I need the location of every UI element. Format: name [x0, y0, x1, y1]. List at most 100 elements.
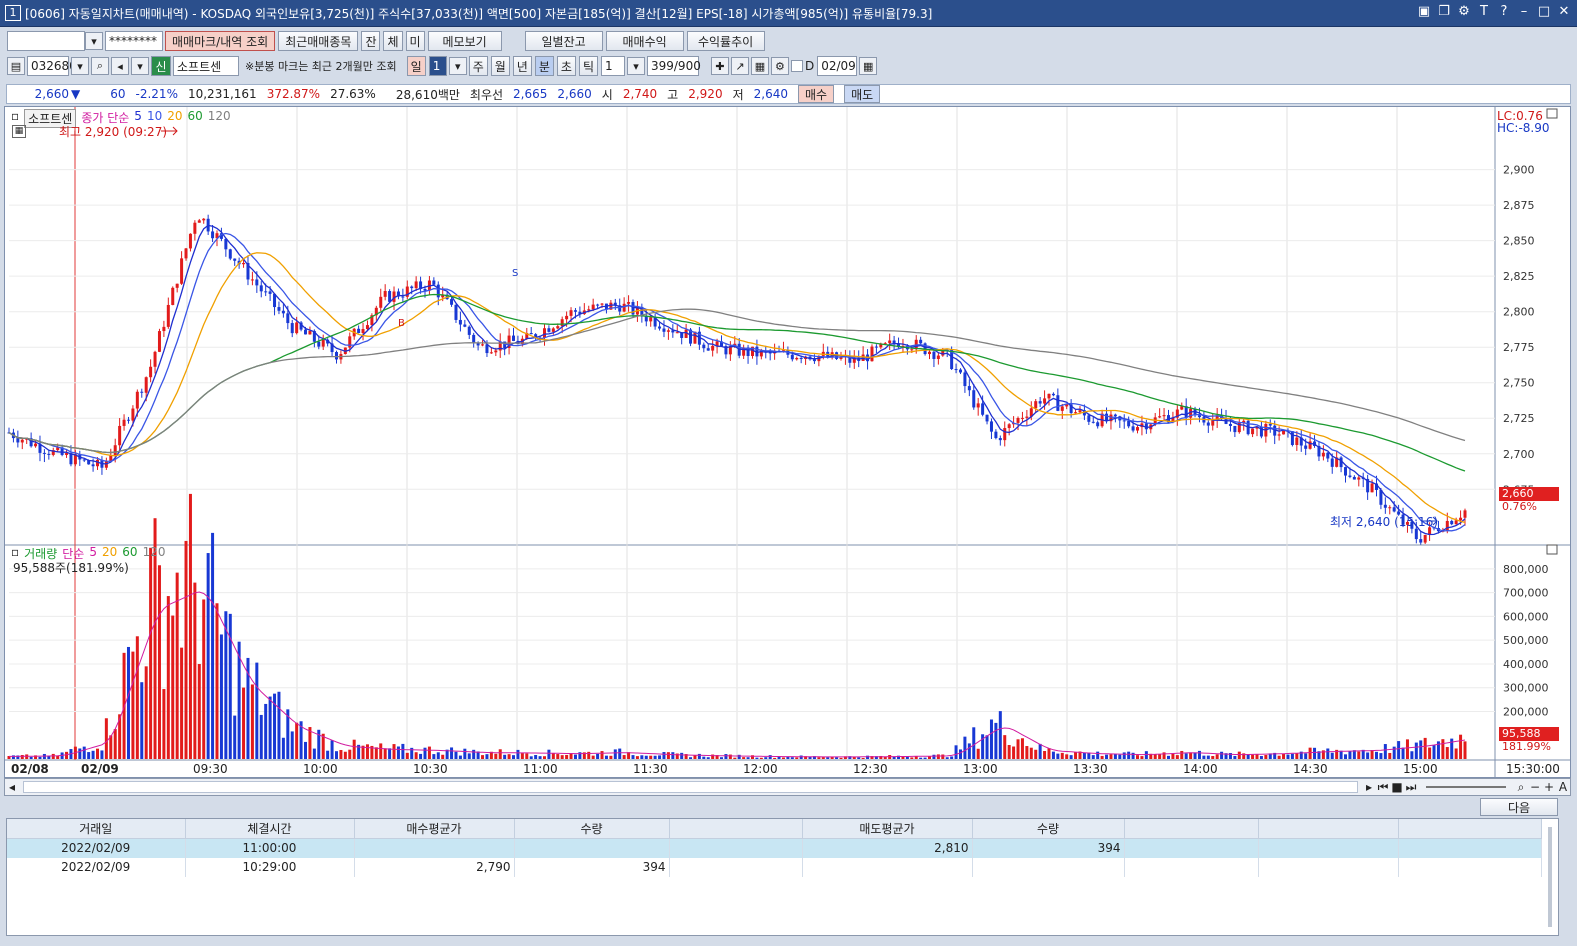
period-week-button[interactable]: 주	[468, 56, 488, 76]
memo-button[interactable]: 메모보기	[427, 31, 502, 51]
copy-icon[interactable]: ❐	[1437, 4, 1451, 19]
filled-button[interactable]: 체	[383, 31, 403, 51]
volume-bar	[348, 749, 352, 759]
col-sell-avg[interactable]: 매도평균가	[802, 819, 973, 839]
buy-mark: B	[398, 318, 405, 329]
candle-body	[985, 414, 989, 422]
table-icon[interactable]: ▦	[12, 125, 26, 138]
balance-button[interactable]: 잔	[361, 31, 381, 51]
settings-icon[interactable]: ⚙	[1457, 4, 1471, 19]
candle-body	[529, 333, 533, 335]
period-minute-button[interactable]: 분	[534, 56, 554, 76]
interval-input[interactable]: 1	[600, 56, 625, 76]
layout-icon[interactable]: ▤	[7, 57, 25, 75]
unfilled-button[interactable]: 미	[405, 31, 425, 51]
code-dropdown-icon[interactable]: ▾	[71, 57, 89, 75]
interval-dropdown-icon[interactable]: ▾	[626, 57, 645, 75]
candle-body	[211, 231, 215, 239]
col-sell-qty[interactable]: 수량	[972, 819, 1125, 839]
text-tool-icon[interactable]: A	[1556, 780, 1570, 794]
volume-bar	[1459, 734, 1463, 759]
profit-rate-button[interactable]: 수익률추이	[686, 31, 765, 51]
period-dropdown-icon[interactable]: ▾	[448, 57, 467, 75]
table-row[interactable]: 2022/02/09 10:29:00 2,790 394	[7, 857, 1542, 877]
col-empty-2[interactable]	[1124, 819, 1259, 839]
trade-mark-button[interactable]: 매매마크/내역 조회	[165, 31, 276, 51]
x-tick-label: 11:00	[523, 762, 558, 776]
zoom-in-icon[interactable]: +	[1542, 780, 1556, 794]
calendar-icon[interactable]: ▦	[859, 57, 878, 75]
font-icon[interactable]: T	[1477, 4, 1491, 19]
chart-scrollbar[interactable]: ◂ ▸ ⏮ ■ ⏭ ⌕ − + A	[4, 778, 1571, 796]
stock-name-field[interactable]: 소프트센	[173, 56, 239, 76]
prev-stock-icon[interactable]: ▾	[131, 57, 149, 75]
period-value[interactable]: 1	[428, 56, 447, 76]
date-checkbox-label: D	[804, 59, 815, 73]
gear-icon[interactable]: ⚙	[770, 57, 789, 75]
link-icon[interactable]: ▣	[1417, 4, 1431, 19]
sell-button[interactable]: 매도	[844, 85, 881, 103]
trades-grid[interactable]: 거래일 체결시간 매수평균가 수량 매도평균가 수량 2022/02/09 11…	[6, 818, 1559, 936]
candle-body	[1233, 425, 1237, 433]
date-input[interactable]: 02/09	[817, 56, 858, 76]
draw-icon[interactable]: ↗	[730, 57, 749, 75]
col-empty-4[interactable]	[1398, 819, 1542, 839]
date-checkbox[interactable]	[790, 60, 803, 72]
scroll-right-icon[interactable]: ▸	[1362, 780, 1376, 794]
period-month-button[interactable]: 월	[490, 56, 510, 76]
rewind-icon[interactable]: ⏮	[1376, 780, 1390, 795]
zoom-icon[interactable]: ⌕	[1514, 780, 1528, 795]
maximize-icon[interactable]: □	[1537, 4, 1551, 19]
volume-bar	[388, 748, 392, 759]
scroll-track[interactable]	[23, 781, 1358, 793]
scroll-left-icon[interactable]: ◂	[5, 780, 19, 794]
account-dropdown-icon[interactable]: ▾	[85, 32, 103, 50]
candle-body	[1459, 517, 1463, 521]
volume-bar	[242, 687, 246, 759]
table-row[interactable]: 2022/02/09 11:00:00 2,810 394	[7, 838, 1542, 858]
volume-bar	[587, 751, 591, 759]
save-icon[interactable]: ▦	[750, 57, 769, 75]
recent-trades-button[interactable]: 최근매매종목	[278, 31, 359, 51]
col-time[interactable]: 체결시간	[185, 819, 355, 839]
col-empty-3[interactable]	[1258, 819, 1399, 839]
col-buy-qty[interactable]: 수량	[514, 819, 670, 839]
stock-code-input[interactable]: 032680	[27, 56, 77, 76]
window-controls: ▣ ❐ ⚙ T ? – □ ✕	[1417, 4, 1571, 19]
next-button[interactable]: 다음	[1480, 798, 1558, 816]
period-second-button[interactable]: 초	[556, 56, 576, 76]
candle-body	[47, 453, 51, 455]
search-icon[interactable]: ⌕	[91, 57, 109, 75]
forward-icon[interactable]: ⏭	[1404, 780, 1418, 795]
zoom-slider[interactable]	[1426, 786, 1506, 788]
password-input[interactable]: ********	[105, 31, 163, 51]
volume-bar	[334, 751, 338, 759]
period-day-button[interactable]: 일	[406, 56, 426, 76]
minimize-icon[interactable]: –	[1517, 4, 1531, 19]
daily-balance-button[interactable]: 일별잔고	[524, 31, 603, 51]
chart-area[interactable]: 2,900 2,875 2,850 2,825 2,800 2,775 2,750 2,725…	[4, 106, 1571, 778]
volume-bar	[649, 755, 653, 759]
volume-bar	[525, 753, 529, 759]
close-icon[interactable]: ✕	[1557, 4, 1571, 19]
period-tick-button[interactable]: 틱	[578, 56, 598, 76]
trade-profit-button[interactable]: 매매수익	[605, 31, 684, 51]
help-icon[interactable]: ?	[1497, 4, 1511, 19]
col-buy-avg[interactable]: 매수평균가	[354, 819, 515, 839]
volume-bar	[215, 603, 219, 759]
count-field[interactable]: 399/900	[646, 56, 701, 76]
period-year-button[interactable]: 년	[512, 56, 532, 76]
price-volume-chart[interactable]: 2,900 2,875 2,850 2,825 2,800 2,775 2,750 2,725…	[5, 107, 1570, 777]
buy-button[interactable]: 매수	[797, 85, 835, 103]
zoom-out-icon[interactable]: −	[1528, 780, 1542, 794]
sound-icon[interactable]: ◂	[111, 57, 129, 75]
account-input[interactable]	[7, 31, 85, 51]
stop-icon[interactable]: ■	[1390, 780, 1404, 794]
col-empty-1[interactable]	[669, 819, 803, 839]
sell-mark: S	[512, 268, 518, 279]
crosshair-icon[interactable]: ✚	[710, 57, 729, 75]
grid-scrollbar[interactable]	[1548, 827, 1552, 927]
volume-bar	[724, 754, 728, 759]
col-date[interactable]: 거래일	[7, 819, 186, 839]
volume-bar	[905, 756, 909, 759]
